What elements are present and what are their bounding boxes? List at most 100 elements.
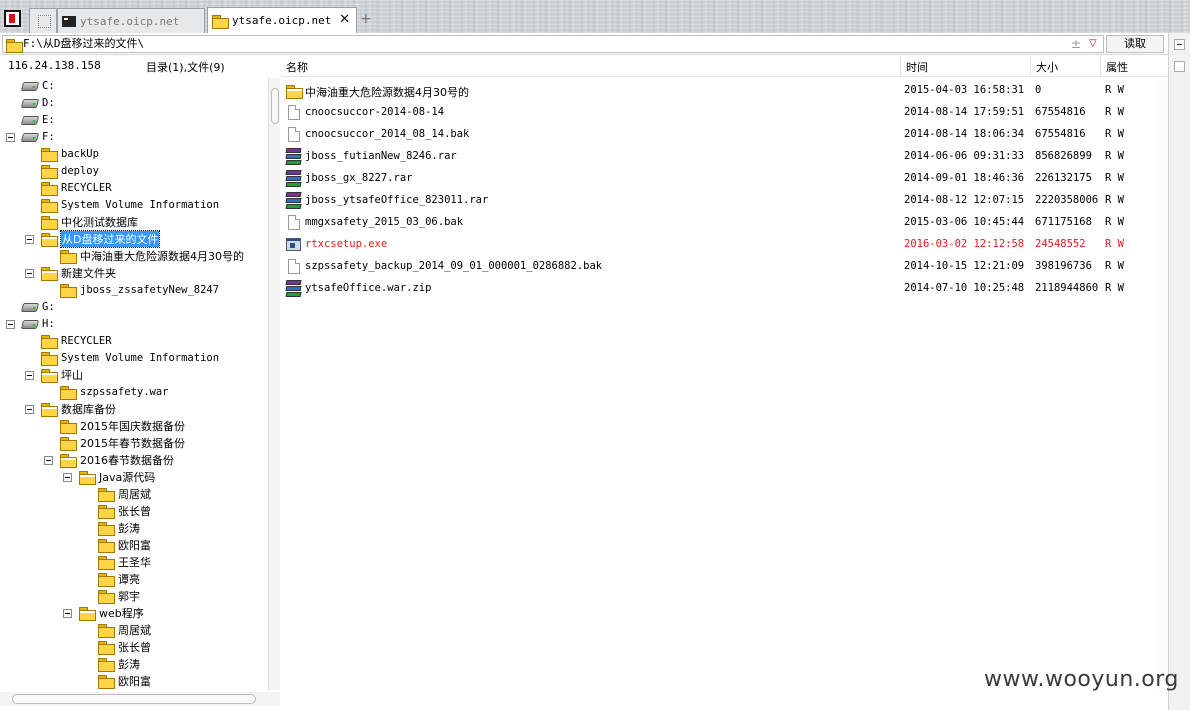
file-time: 2014-08-14 18:06:34 — [904, 128, 1025, 140]
path-input[interactable]: F:\从D盘移过来的文件\ — [2, 35, 1104, 53]
tree-expander[interactable] — [6, 320, 15, 329]
folder-icon — [41, 233, 58, 247]
file-size: 226132175 — [1035, 172, 1092, 184]
tree-drive[interactable]: D: — [20, 95, 55, 111]
tree-drive[interactable]: H: — [20, 316, 55, 332]
tree-expander[interactable] — [63, 609, 72, 618]
column-time[interactable]: 时间 — [906, 59, 928, 75]
file-row[interactable]: rtxcsetup.exe 2016-03-02 12:12:58 24548552… — [282, 234, 1168, 256]
new-tab-button[interactable]: + — [360, 11, 372, 27]
column-divider[interactable] — [1030, 57, 1031, 76]
tree-folder[interactable]: 数据库备份 — [41, 401, 116, 417]
tree-horizontal-scrollbar[interactable] — [0, 692, 280, 706]
tree-folder[interactable]: 从D盘移过来的文件 — [41, 230, 161, 248]
tree-folder[interactable]: web程序 — [79, 605, 144, 621]
tree-drive[interactable]: E: — [20, 112, 55, 128]
scroll-thumb[interactable] — [12, 694, 256, 704]
tree-folder[interactable]: 张长曾 — [98, 639, 151, 655]
chevron-down-icon[interactable]: ▽ — [1089, 38, 1097, 49]
file-icon — [288, 105, 300, 120]
directory-tree[interactable]: C: D: E: F: backUp deploy RECYCLER System Volum… — [0, 78, 268, 690]
tree-folder[interactable]: deploy — [41, 163, 99, 179]
tree-folder[interactable]: RECYCLER — [41, 333, 112, 349]
tree-folder[interactable]: 彭涛 — [98, 520, 140, 536]
pin-icon[interactable]: ± — [1071, 37, 1081, 51]
tree-folder[interactable]: System Volume Information — [41, 197, 219, 213]
column-size[interactable]: 大小 — [1036, 59, 1058, 75]
tab-terminal[interactable]: ytsafe.oicp.net — [57, 8, 205, 33]
tree-vertical-scrollbar[interactable] — [268, 78, 280, 690]
file-row[interactable]: szpssafety_backup_2014_09_01_000001_0286… — [282, 256, 1168, 278]
tree-expander[interactable] — [25, 269, 34, 278]
tree-folder[interactable]: jboss_zssafetyNew_8247 — [60, 282, 219, 298]
tree-folder[interactable]: 周居斌 — [98, 486, 151, 502]
column-divider[interactable] — [1100, 57, 1101, 76]
checkbox-icon[interactable] — [1174, 61, 1185, 72]
file-size: 67554816 — [1035, 128, 1086, 140]
tree-expander[interactable] — [6, 133, 15, 142]
folder-icon — [79, 607, 96, 621]
tree-expander[interactable] — [63, 473, 72, 482]
tree-folder[interactable]: 欧阳富 — [98, 673, 151, 689]
close-icon[interactable]: ✕ — [339, 12, 350, 27]
archive-icon — [285, 192, 302, 209]
folder-icon — [286, 85, 303, 99]
file-row[interactable]: jboss_ytsafeOffice_823011.rar 2014-08-12 … — [282, 190, 1168, 212]
file-row[interactable]: cnoocsuccor-2014-08-14 2014-08-14 17:59:5… — [282, 102, 1168, 124]
tree-expander[interactable] — [25, 235, 34, 244]
file-time: 2014-10-15 12:21:09 — [904, 260, 1025, 272]
column-attr[interactable]: 属性 — [1106, 59, 1128, 75]
tree-folder[interactable]: System Volume Information — [41, 350, 219, 366]
tree-folder[interactable]: 2015年春节数据备份 — [60, 435, 185, 451]
tree-label: backUp — [61, 148, 99, 160]
archive-icon — [285, 280, 302, 297]
tree-folder[interactable]: 王圣华 — [98, 554, 151, 570]
dir-file-count: 目录(1),文件(9) — [146, 61, 225, 74]
tree-folder[interactable]: 2015年国庆数据备份 — [60, 418, 185, 434]
tree-folder[interactable]: 中化测试数据库 — [41, 214, 138, 230]
tree-drive[interactable]: C: — [20, 78, 55, 94]
tree-expander[interactable] — [44, 456, 53, 465]
file-row[interactable]: mmgxsafety_2015_03_06.bak 2015-03-06 10:4… — [282, 212, 1168, 234]
file-list-header: 名称 时间 大小 属性 — [282, 57, 1168, 77]
tree-folder[interactable]: 彭涛 — [98, 656, 140, 672]
collapse-icon[interactable] — [1174, 39, 1185, 50]
tree-folder[interactable]: 欧阳富 — [98, 537, 151, 553]
file-row[interactable]: cnoocsuccor_2014_08_14.bak 2014-08-14 18:… — [282, 124, 1168, 146]
file-time: 2016-03-02 12:12:58 — [904, 238, 1025, 250]
list-vertical-scrollbar[interactable] — [1156, 80, 1168, 692]
folder-icon — [79, 471, 96, 485]
tree-folder[interactable]: szpssafety.war — [60, 384, 169, 400]
tree-expander[interactable] — [25, 371, 34, 380]
tree-folder[interactable]: RECYCLER — [41, 180, 112, 196]
tree-folder[interactable]: 2016春节数据备份 — [60, 452, 174, 468]
tree-drive[interactable]: G: — [20, 299, 55, 315]
folder-icon — [41, 148, 58, 162]
tree-drive[interactable]: F: — [20, 129, 55, 145]
column-divider[interactable] — [900, 57, 901, 76]
tree-folder[interactable]: 中海油重大危险源数据4月30号的 — [60, 248, 244, 264]
file-row[interactable]: ytsafeOffice.war.zip 2014-07-10 10:25:48 2… — [282, 278, 1168, 300]
scroll-thumb[interactable] — [271, 88, 279, 124]
file-row[interactable]: 中海油重大危险源数据4月30号的 2015-04-03 16:58:31 0 R W — [282, 80, 1168, 102]
file-time: 2014-08-14 17:59:51 — [904, 106, 1025, 118]
tree-folder[interactable]: backUp — [41, 146, 99, 162]
file-row[interactable]: jboss_futianNew_8246.rar 2014-06-06 09:31… — [282, 146, 1168, 168]
file-row[interactable]: jboss_gx_8227.rar 2014-09-01 18:46:36 2261… — [282, 168, 1168, 190]
folder-icon — [41, 403, 58, 417]
tree-label: E: — [42, 114, 55, 126]
tab-blank[interactable] — [29, 8, 57, 33]
tree-folder[interactable]: 周居斌 — [98, 622, 151, 638]
tree-folder[interactable]: 坪山 — [41, 367, 83, 383]
tab-file-manager[interactable]: ytsafe.oicp.net ✕ — [207, 7, 357, 33]
tree-folder[interactable]: 郭宇 — [98, 588, 140, 604]
tree-folder[interactable]: Java源代码 — [79, 469, 155, 485]
read-button[interactable]: 读取 — [1106, 35, 1164, 53]
tree-folder[interactable]: 新建文件夹 — [41, 265, 116, 281]
tree-folder[interactable]: 谭亮 — [98, 571, 140, 587]
tree-label: 从D盘移过来的文件 — [59, 230, 161, 248]
column-name[interactable]: 名称 — [286, 59, 308, 75]
tree-expander[interactable] — [25, 405, 34, 414]
app-logo-icon[interactable] — [4, 10, 21, 27]
tree-folder[interactable]: 张长曾 — [98, 503, 151, 519]
